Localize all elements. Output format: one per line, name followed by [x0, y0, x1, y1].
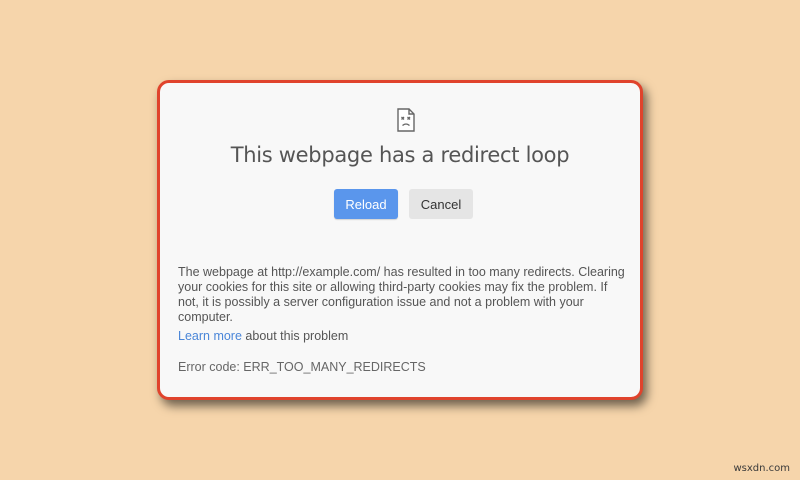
error-dialog: This webpage has a redirect loop Reload …: [157, 80, 643, 400]
page-background: This webpage has a redirect loop Reload …: [0, 0, 800, 480]
error-title: This webpage has a redirect loop: [230, 143, 570, 167]
learn-more-suffix: about this problem: [241, 329, 349, 343]
watermark: wsxdn.com: [733, 463, 790, 474]
learn-more-link[interactable]: Learn more: [178, 329, 242, 343]
cancel-button[interactable]: Cancel: [409, 189, 473, 219]
sad-page-icon: [396, 108, 416, 132]
reload-button[interactable]: Reload: [334, 189, 398, 219]
learn-more-row: Learn more about this problem: [178, 329, 348, 343]
error-code: Error code: ERR_TOO_MANY_REDIRECTS: [178, 360, 426, 374]
error-description: The webpage at http://example.com/ has r…: [178, 265, 625, 324]
